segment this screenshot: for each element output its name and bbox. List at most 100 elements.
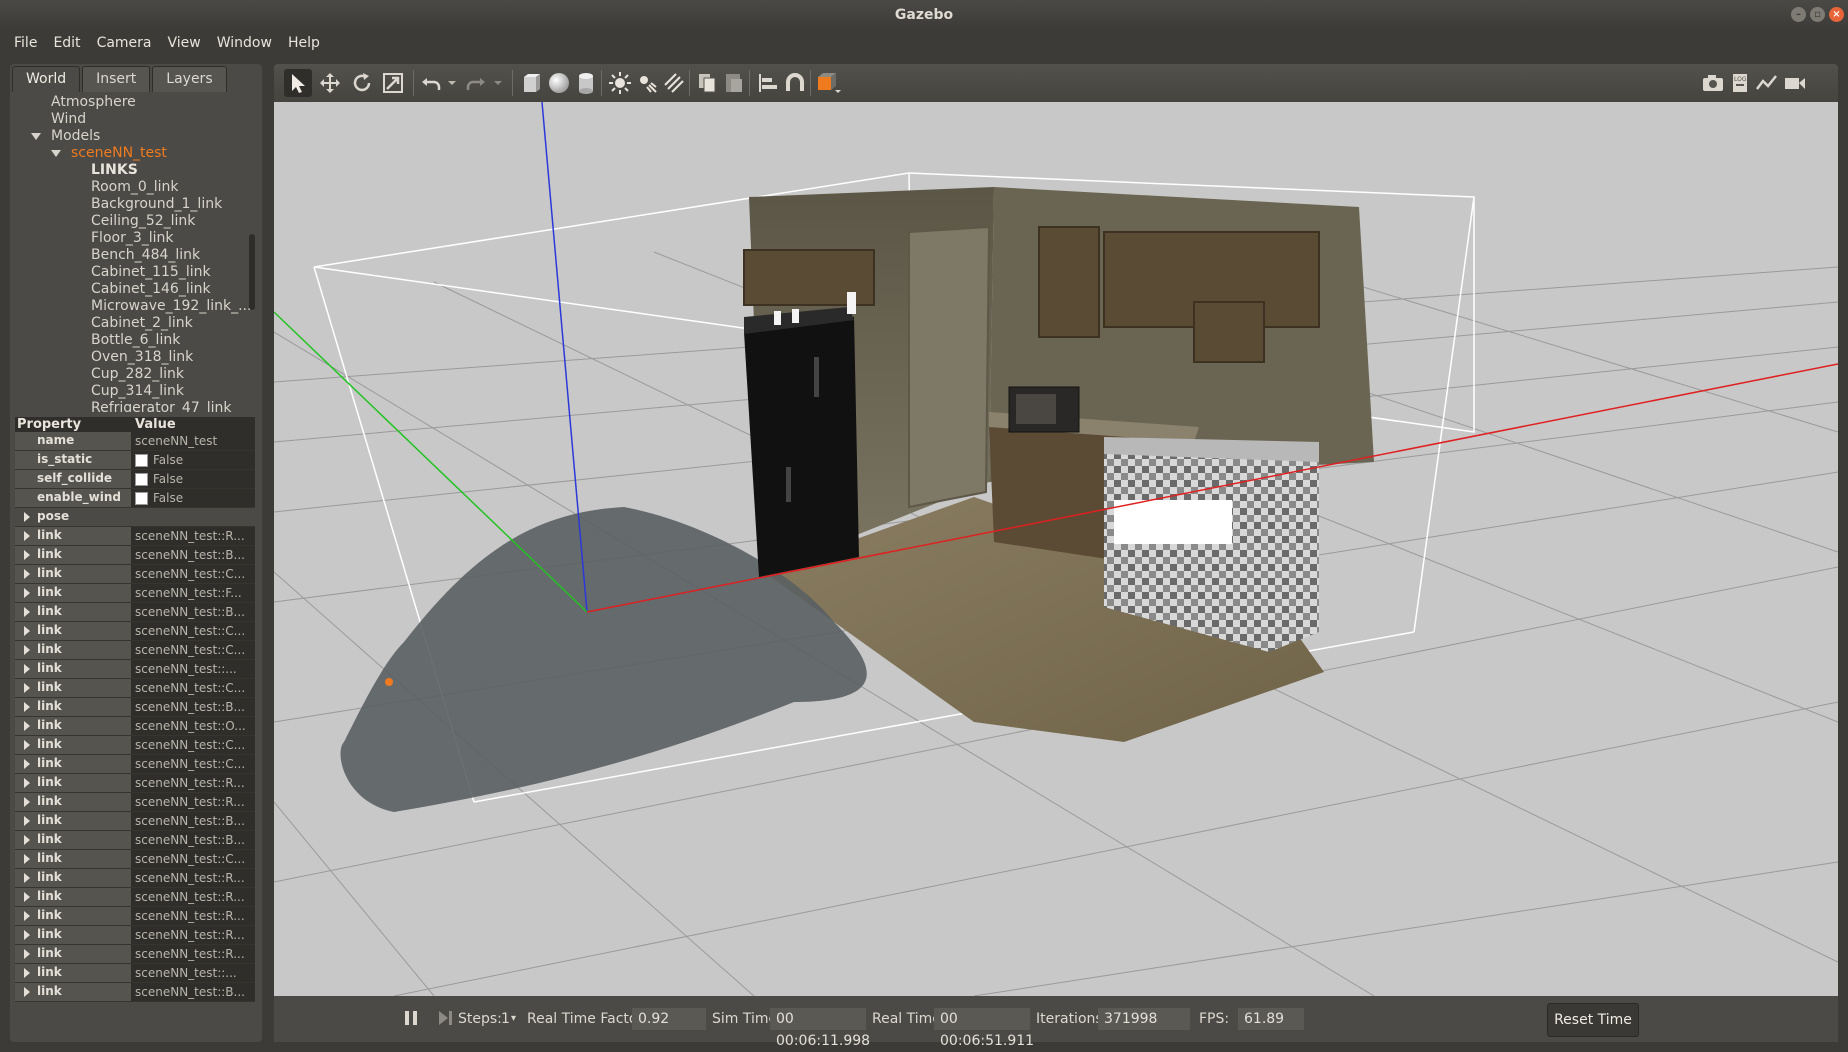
step-icon[interactable]	[438, 1009, 454, 1029]
tab-insert[interactable]: Insert	[82, 66, 151, 92]
tree-link-item[interactable]: Ceiling_52_link	[91, 213, 195, 230]
steps-value[interactable]: 1	[501, 1009, 510, 1029]
prop-row-link[interactable]: link sceneNN_test::R...	[15, 869, 255, 888]
prop-row-link[interactable]: link sceneNN_test::C...	[15, 565, 255, 584]
expand-arrow-icon[interactable]	[51, 150, 61, 157]
prop-row-link[interactable]: link sceneNN_test::R...	[15, 793, 255, 812]
minimize-icon[interactable]: –	[1791, 7, 1806, 22]
tree-link-item[interactable]: Cup_282_link	[91, 366, 184, 383]
expand-arrow-icon[interactable]	[24, 930, 30, 940]
expand-arrow-icon[interactable]	[24, 512, 30, 522]
world-tree[interactable]: Atmosphere Wind Models sceneNN_test LINK…	[13, 94, 255, 412]
prop-row-pose[interactable]: pose	[15, 508, 255, 527]
enable-wind-checkbox[interactable]	[135, 491, 148, 505]
tree-link-item[interactable]: Cabinet_115_link	[91, 264, 211, 281]
prop-row-link[interactable]: link sceneNN_test::B...	[15, 603, 255, 622]
steps-dropdown-icon[interactable]: ▾	[511, 1009, 516, 1029]
select-arrow-icon[interactable]	[284, 69, 312, 97]
prop-row-link[interactable]: link sceneNN_test::B...	[15, 812, 255, 831]
expand-arrow-icon[interactable]	[24, 911, 30, 921]
self-collide-checkbox[interactable]	[135, 472, 148, 486]
prop-row-link[interactable]: link sceneNN_test::R...	[15, 926, 255, 945]
menu-window[interactable]: Window	[209, 35, 280, 51]
expand-arrow-icon[interactable]	[24, 873, 30, 883]
prop-row-link[interactable]: link sceneNN_test::B...	[15, 546, 255, 565]
expand-arrow-icon[interactable]	[31, 133, 41, 140]
video-record-icon[interactable]	[1783, 71, 1807, 95]
menu-camera[interactable]: Camera	[89, 35, 160, 51]
menu-view[interactable]: View	[160, 35, 209, 51]
prop-row-link[interactable]: link sceneNN_test::B...	[15, 831, 255, 850]
cylinder-shape-icon[interactable]	[574, 71, 598, 95]
expand-arrow-icon[interactable]	[24, 645, 30, 655]
tree-link-item[interactable]: Cabinet_146_link	[91, 281, 211, 298]
align-icon[interactable]	[756, 71, 780, 95]
expand-arrow-icon[interactable]	[24, 835, 30, 845]
prop-row-link[interactable]: link sceneNN_test::...	[15, 964, 255, 983]
rotate-icon[interactable]	[350, 71, 374, 95]
tree-link-item[interactable]: Cup_314_link	[91, 383, 184, 400]
expand-arrow-icon[interactable]	[24, 569, 30, 579]
prop-row-link[interactable]: link sceneNN_test::R...	[15, 774, 255, 793]
directional-light-icon[interactable]	[662, 71, 686, 95]
prop-row-link[interactable]: link sceneNN_test::C...	[15, 641, 255, 660]
expand-arrow-icon[interactable]	[24, 550, 30, 560]
tree-link-item[interactable]: Bench_484_link	[91, 247, 200, 264]
expand-arrow-icon[interactable]	[24, 740, 30, 750]
prop-row-link[interactable]: link sceneNN_test::C...	[15, 755, 255, 774]
redo-icon[interactable]	[464, 71, 488, 95]
screenshot-camera-icon[interactable]	[1701, 71, 1725, 95]
prop-row-link[interactable]: link sceneNN_test::O...	[15, 717, 255, 736]
expand-arrow-icon[interactable]	[24, 626, 30, 636]
maximize-icon[interactable]: ▫	[1810, 7, 1825, 22]
point-light-icon[interactable]	[608, 71, 632, 95]
translate-icon[interactable]	[318, 71, 342, 95]
prop-row-link[interactable]: link sceneNN_test::C...	[15, 850, 255, 869]
prop-row-link[interactable]: link sceneNN_test::R...	[15, 907, 255, 926]
prop-row-link[interactable]: link sceneNN_test::R...	[15, 527, 255, 546]
close-icon[interactable]: ×	[1829, 7, 1844, 22]
expand-arrow-icon[interactable]	[24, 721, 30, 731]
expand-arrow-icon[interactable]	[24, 797, 30, 807]
prop-row-link[interactable]: link sceneNN_test::R...	[15, 888, 255, 907]
tree-link-item[interactable]: Oven_318_link	[91, 349, 193, 366]
expand-arrow-icon[interactable]	[24, 854, 30, 864]
undo-icon[interactable]	[419, 71, 443, 95]
prop-row-link[interactable]: link sceneNN_test::B...	[15, 698, 255, 717]
tree-link-item[interactable]: Refrigerator_47_link	[91, 400, 232, 412]
tree-link-item[interactable]: Room_0_link	[91, 179, 179, 196]
prop-row-link[interactable]: link sceneNN_test::C...	[15, 736, 255, 755]
expand-arrow-icon[interactable]	[24, 949, 30, 959]
expand-arrow-icon[interactable]	[24, 702, 30, 712]
tree-link-item[interactable]: Cabinet_2_link	[91, 315, 193, 332]
log-icon[interactable]: LOG	[1729, 71, 1753, 95]
expand-arrow-icon[interactable]	[24, 892, 30, 902]
undo-dropdown-icon[interactable]	[446, 71, 458, 95]
expand-arrow-icon[interactable]	[24, 683, 30, 693]
tree-item-atmosphere[interactable]: Atmosphere	[51, 94, 136, 111]
prop-row-link[interactable]: link sceneNN_test::F...	[15, 584, 255, 603]
expand-arrow-icon[interactable]	[24, 759, 30, 769]
expand-arrow-icon[interactable]	[24, 531, 30, 541]
prop-row-link[interactable]: link sceneNN_test::B...	[15, 983, 255, 1002]
tree-item-models[interactable]: Models	[51, 128, 100, 145]
spot-light-icon[interactable]	[635, 71, 659, 95]
scale-icon[interactable]	[381, 71, 405, 95]
tree-link-item[interactable]: Bottle_6_link	[91, 332, 180, 349]
pause-icon[interactable]	[404, 1009, 418, 1029]
is-static-checkbox[interactable]	[135, 453, 148, 467]
prop-row-link[interactable]: link sceneNN_test::R...	[15, 945, 255, 964]
prop-row-link[interactable]: link sceneNN_test::C...	[15, 622, 255, 641]
snap-magnet-icon[interactable]	[783, 71, 807, 95]
menu-edit[interactable]: Edit	[45, 35, 88, 51]
tree-item-model-selected[interactable]: sceneNN_test	[71, 145, 167, 162]
expand-arrow-icon[interactable]	[24, 987, 30, 997]
prop-row-link[interactable]: link sceneNN_test::...	[15, 660, 255, 679]
prop-row-link[interactable]: link sceneNN_test::C...	[15, 679, 255, 698]
copy-icon[interactable]	[695, 71, 719, 95]
menu-help[interactable]: Help	[280, 35, 328, 51]
view-angle-icon[interactable]	[815, 71, 841, 95]
tree-link-item[interactable]: Floor_3_link	[91, 230, 174, 247]
expand-arrow-icon[interactable]	[24, 607, 30, 617]
expand-arrow-icon[interactable]	[24, 778, 30, 788]
